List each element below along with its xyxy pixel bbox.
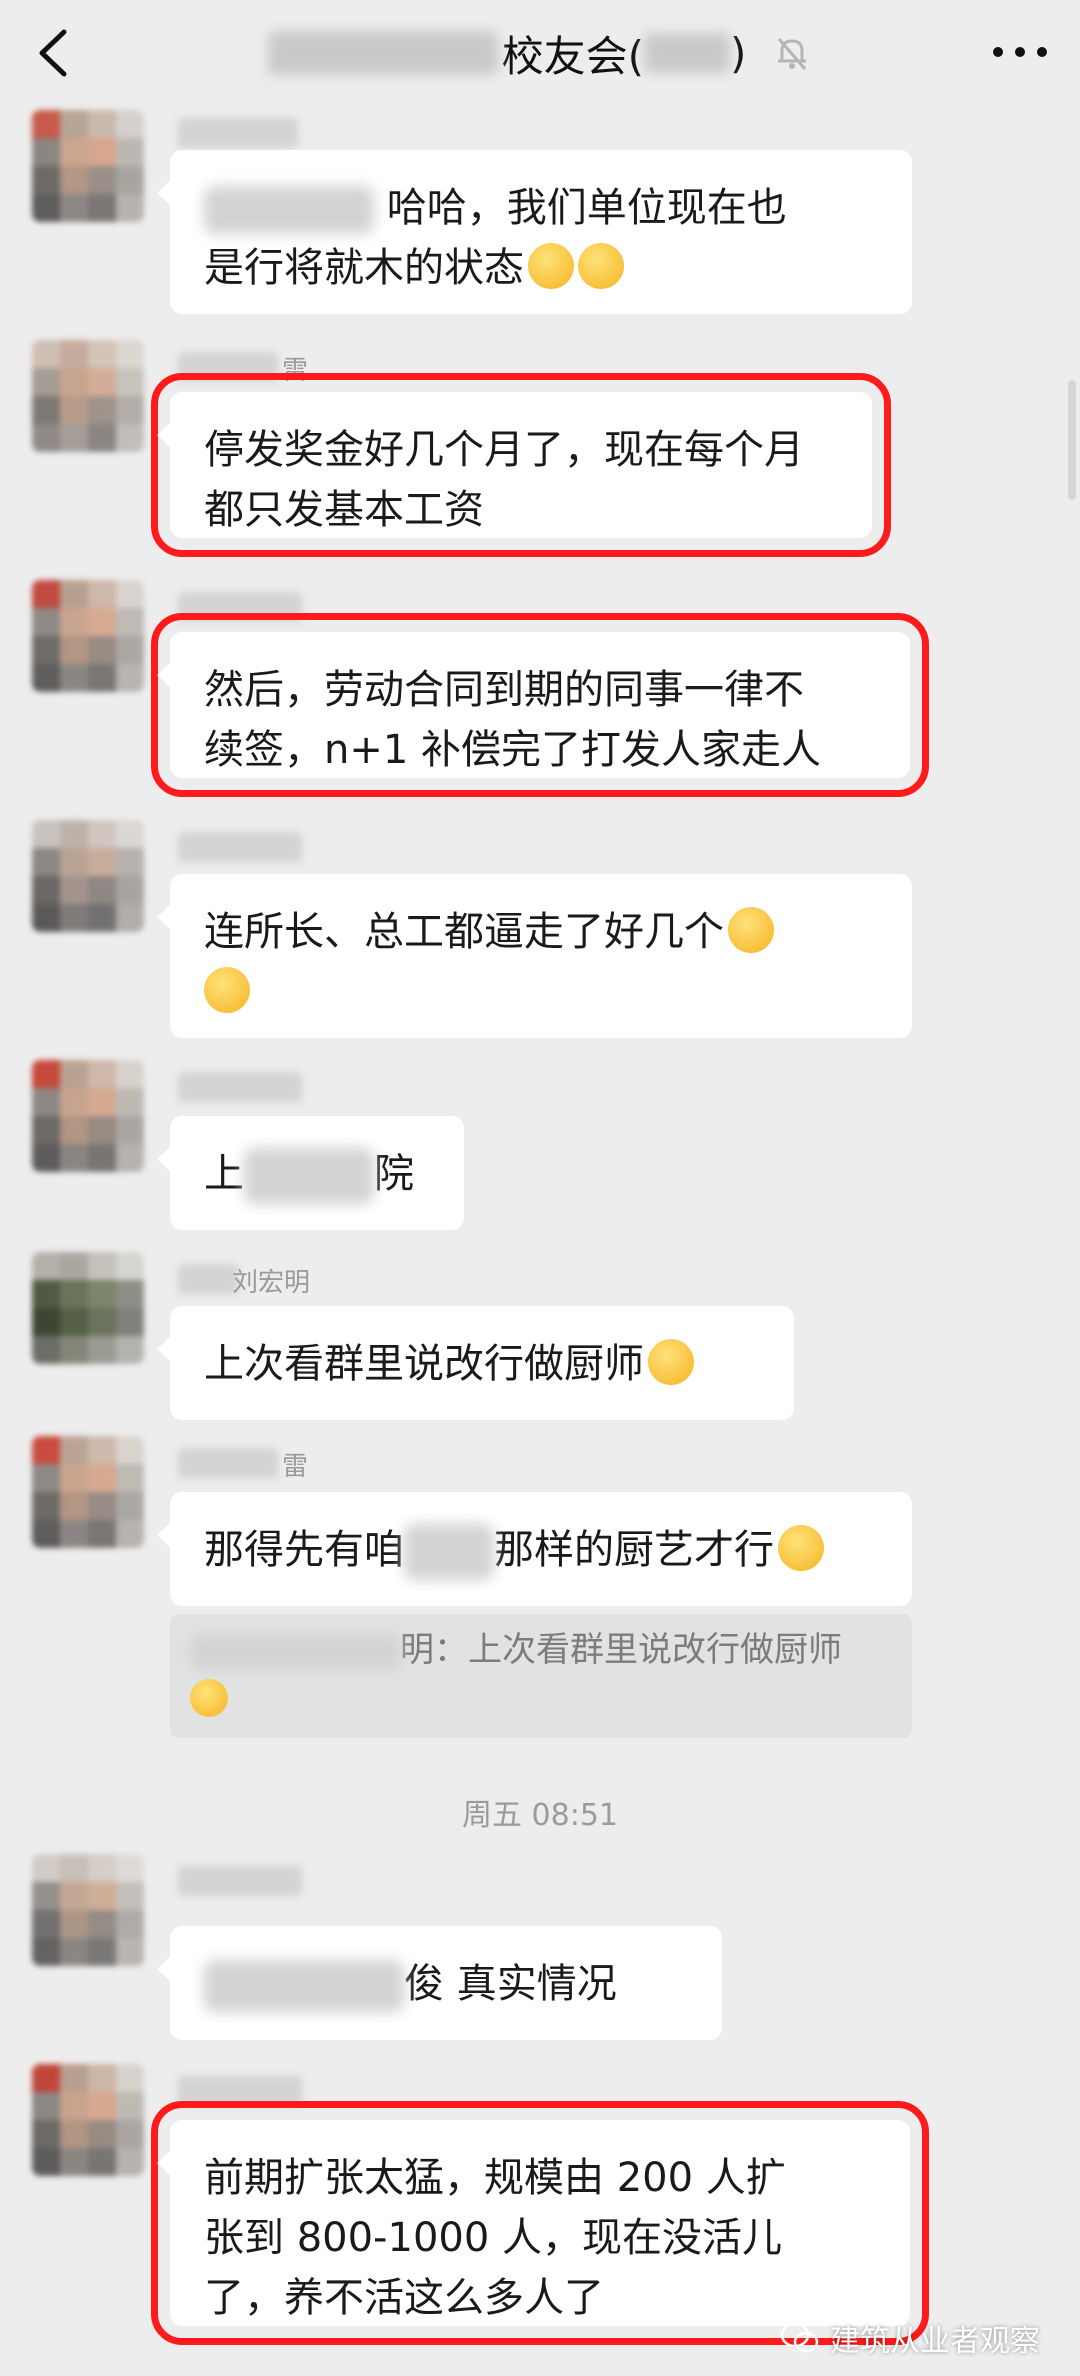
- nickname-redacted: [178, 1866, 302, 1896]
- message-text: 那样的厨艺才行: [494, 1527, 774, 1573]
- quote-text: 明：上次看群里说改行做厨师: [400, 1630, 842, 1670]
- nickname-redacted: [178, 1264, 238, 1294]
- avatar[interactable]: [32, 2064, 144, 2176]
- message-text: 前期扩张太猛，规模由 200 人扩: [204, 2155, 786, 2201]
- crying-emoji-icon: [578, 243, 624, 289]
- bell-off-icon: [778, 38, 807, 70]
- chat-title-close: ): [730, 28, 747, 78]
- message-bubble-highlighted[interactable]: 停发奖金好几个月了，现在每个月 都只发基本工资: [151, 373, 891, 557]
- message-bubble-highlighted[interactable]: 前期扩张太猛，规模由 200 人扩 张到 800-1000 人，现在没活儿 了，…: [151, 2101, 929, 2345]
- message-text: 哈哈，我们单位现在也: [386, 185, 787, 231]
- nickname-redacted: [178, 592, 302, 622]
- avatar[interactable]: [32, 820, 144, 932]
- message-text: 续签，n+1 补偿完了打发人家走人: [204, 727, 822, 773]
- message-text: 俊 真实情况: [404, 1961, 617, 2007]
- message-text: 然后，劳动合同到期的同事一律不: [204, 667, 804, 713]
- message-bubble[interactable]: 连所长、总工都逼走了好几个: [157, 874, 912, 1038]
- message-bubble[interactable]: 那得先有咱 那样的厨艺才行: [157, 1492, 912, 1606]
- avatar[interactable]: [32, 340, 144, 452]
- message-text: 连所长、总工都逼走了好几个: [204, 909, 724, 955]
- avatar[interactable]: [32, 1854, 144, 1966]
- redacted-name: [244, 1148, 374, 1204]
- nickname-visible: 刘宏明: [232, 1268, 311, 1298]
- message-text: 上: [204, 1151, 244, 1197]
- crying-emoji-icon: [528, 243, 574, 289]
- redacted-mention: [204, 1960, 404, 2012]
- message-text: 院: [374, 1151, 414, 1197]
- redacted-quote-author: [190, 1634, 400, 1669]
- thinking-emoji-icon: [728, 907, 774, 953]
- redacted-title-prefix: [267, 31, 498, 75]
- chat-header: 校友会( ): [0, 0, 1080, 104]
- message-text: 上次看群里说改行做厨师: [204, 1341, 644, 1387]
- nickname-redacted: [178, 1072, 302, 1102]
- thinking-emoji-icon: [204, 967, 250, 1013]
- message-bubble[interactable]: 上次看群里说改行做厨师: [157, 1306, 794, 1420]
- avatar[interactable]: [32, 1436, 144, 1548]
- avatar[interactable]: [32, 580, 144, 692]
- nickname-visible: 雷: [282, 356, 309, 386]
- quoted-message[interactable]: 明：上次看群里说改行做厨师: [170, 1614, 912, 1738]
- watermark-text: 建筑从业者观察: [830, 2324, 1040, 2359]
- message-text: 张到 800-1000 人，现在没活儿: [204, 2215, 783, 2261]
- message-bubble[interactable]: 上院: [157, 1116, 464, 1230]
- nickname-redacted: [178, 1448, 278, 1478]
- nickname-redacted: [178, 832, 302, 862]
- thinking-emoji-icon: [190, 1679, 228, 1717]
- message-text: 是行将就木的状态: [204, 245, 524, 291]
- redacted-title-inner: [644, 33, 730, 73]
- message-text: 都只发基本工资: [204, 487, 484, 533]
- nickname-visible: 雷: [282, 1452, 309, 1482]
- chat-title: 校友会( ): [0, 22, 1080, 84]
- message-text: 停发奖金好几个月了，现在每个月: [204, 427, 804, 473]
- nickname-redacted: [178, 2076, 302, 2106]
- avatar[interactable]: [32, 1060, 144, 1172]
- message-bubble-highlighted[interactable]: 然后，劳动合同到期的同事一律不 续签，n+1 补偿完了打发人家走人: [151, 613, 929, 797]
- nickname-redacted: [178, 352, 278, 382]
- timestamp: 周五 08:51: [462, 1798, 618, 1833]
- watermark: 建筑从业者观察: [780, 2316, 1040, 2360]
- laughing-emoji-icon: [778, 1525, 824, 1571]
- scrollbar[interactable]: [1068, 380, 1076, 500]
- avatar[interactable]: [32, 110, 144, 222]
- message-text: 了，养不活这么多人了: [204, 2275, 604, 2321]
- more-dots-icon[interactable]: [988, 30, 1052, 74]
- chat-title-text: 校友会(: [501, 31, 644, 81]
- thinking-emoji-icon: [648, 1339, 694, 1385]
- nickname-redacted: [178, 118, 298, 148]
- message-bubble[interactable]: 哈哈，我们单位现在也 是行将就木的状态: [157, 150, 912, 314]
- redacted-mention: [204, 186, 374, 234]
- avatar[interactable]: [32, 1252, 144, 1364]
- message-text: 那得先有咱: [204, 1527, 404, 1573]
- redacted-name: [404, 1524, 494, 1580]
- wechat-logo-icon: [780, 2322, 819, 2353]
- message-bubble[interactable]: 俊 真实情况: [157, 1926, 722, 2040]
